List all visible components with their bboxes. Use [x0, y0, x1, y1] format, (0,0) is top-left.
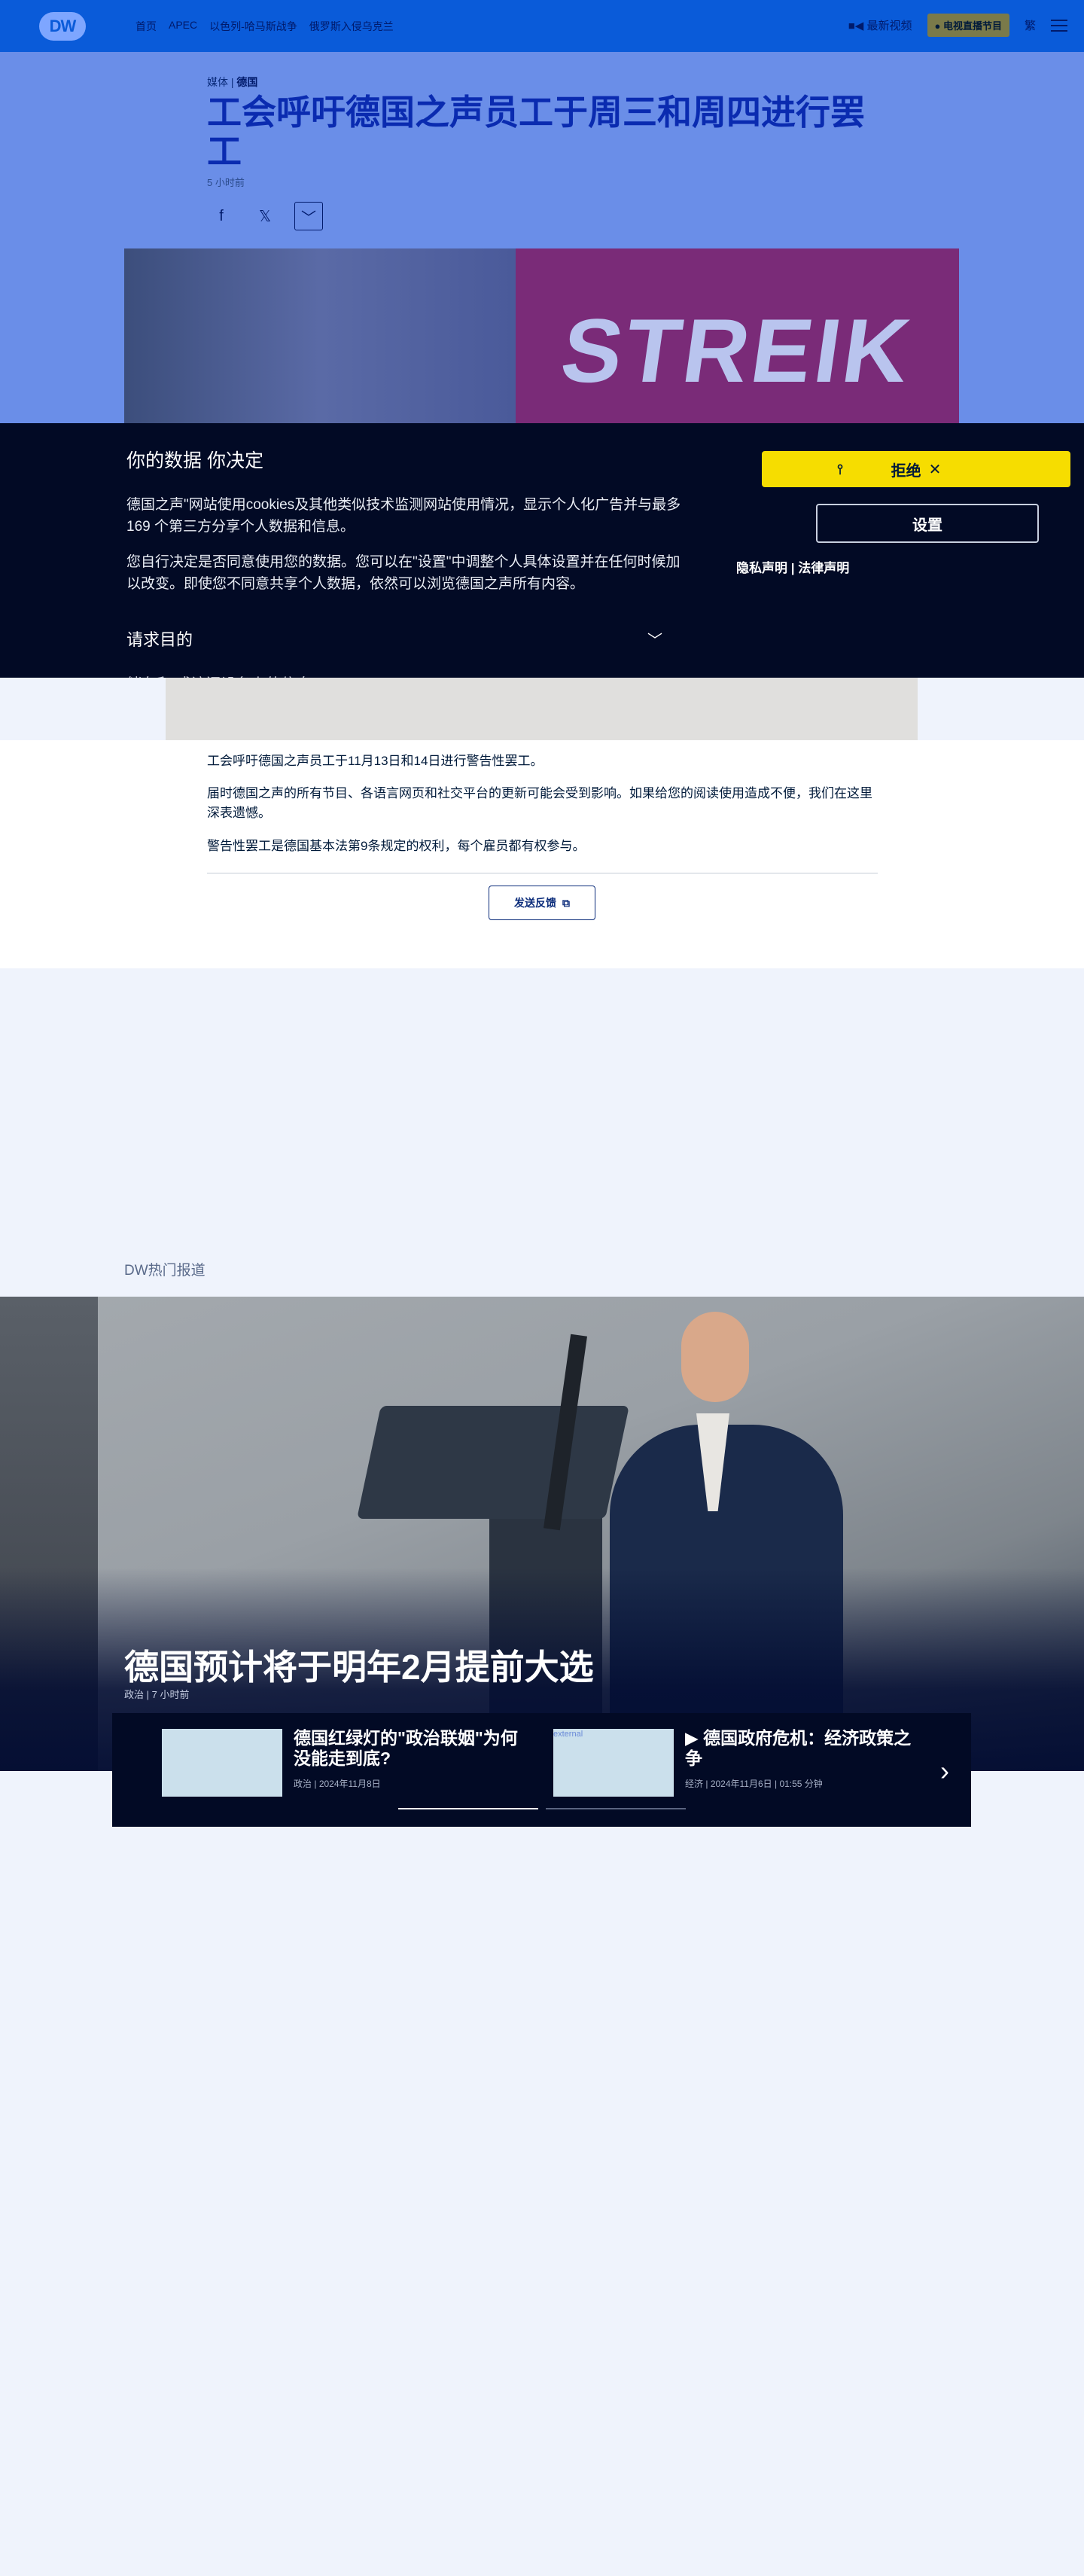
article-time: 5 小时前	[207, 177, 245, 188]
live-tv-label: 电视直播节目	[942, 20, 1002, 32]
hero-image: STREIK	[124, 248, 959, 423]
live-tv-button[interactable]: ● 电视直播节目	[927, 14, 1009, 37]
nav-link-israel-hamas[interactable]: 以色列-哈马斯战争	[209, 19, 297, 34]
accessibility-icon: ⫯	[837, 461, 843, 477]
breadcrumb-subcategory[interactable]: 德国	[236, 76, 257, 88]
feedback-label: 发送反馈	[514, 897, 556, 909]
card-category: 经济	[685, 1779, 704, 1789]
card-category: 政治	[294, 1779, 312, 1789]
carousel-indicator[interactable]	[546, 1808, 686, 1809]
nav-link-apec[interactable]: APEC	[169, 19, 197, 34]
card-meta: 政治 | 2024年11月8日	[294, 1779, 381, 1789]
close-icon: ✕	[928, 461, 942, 478]
card-thumbnail[interactable]	[553, 1729, 674, 1797]
article-body: 工会呼吁德国之声员工于11月13日和14日进行警告性罢工。 届时德国之声的所有节…	[0, 740, 1084, 968]
article-title: 工会呼吁德国之声员工于周三和周四进行罢工	[207, 93, 865, 171]
settings-button[interactable]: 设置	[816, 504, 1039, 543]
breadcrumb-category[interactable]: 媒体	[207, 76, 228, 88]
article-paragraph: 届时德国之声的所有节目、各语言网页和社交平台的更新可能会受到影响。如果给您的阅读…	[207, 786, 872, 820]
consent-links: 隐私声明 | 法律声明	[736, 561, 850, 575]
reject-label: 拒绝	[891, 462, 921, 480]
broken-image-alt: external	[553, 1730, 583, 1739]
facebook-icon[interactable]: f	[207, 202, 236, 230]
consent-paragraph-1: 德国之声"网站使用cookies及其他类似技术监测网站使用情况，显示个人化广告并…	[126, 497, 681, 535]
card-title[interactable]: 德国红绿灯的"政治联姻"为何没能走到底?	[294, 1728, 534, 1769]
card-thumbnail[interactable]	[162, 1729, 282, 1797]
hero-strike-sign: STREIK	[516, 248, 959, 423]
latest-video-link[interactable]: ■◀ 最新视频	[848, 17, 912, 33]
nav-link-home[interactable]: 首页	[136, 19, 157, 34]
card-duration: 01:55 分钟	[779, 1779, 823, 1789]
featured-title[interactable]: 德国预计将于明年2月提前大选	[124, 1640, 594, 1690]
featured-meta: 政治 | 7 小时前	[124, 1689, 190, 1700]
latest-video-label: 最新视频	[866, 20, 912, 32]
image-caption-bar	[166, 678, 918, 740]
video-camera-icon: ■◀	[848, 20, 864, 32]
feedback-button[interactable]: 发送反馈 ⧉	[489, 886, 595, 920]
featured-time: 7 小时前	[151, 1689, 190, 1700]
hero-strike-text: STREIK	[556, 300, 919, 401]
card-date: 2024年11月6日	[710, 1779, 772, 1789]
article-paragraph: 工会呼吁德国之声员工于11月13日和14日进行警告性罢工。	[207, 754, 544, 768]
card-meta: 经济 | 2024年11月6日 | 01:55 分钟	[685, 1779, 823, 1789]
consent-paragraph-2: 您自行决定是否同意使用您的数据。您可以在"设置"中调整个人具体设置并在任何时候加…	[126, 554, 681, 592]
article-header: 媒体 | 德国 工会呼吁德国之声员工于周三和周四进行罢工 5 小时前 f 𝕏 ﹀…	[0, 52, 1084, 423]
consent-title: 你的数据 你决定	[126, 450, 263, 471]
nav-links: 首页 APEC 以色列-哈马斯战争 俄罗斯入侵乌克兰	[136, 19, 394, 34]
section-label: DW热门报道	[124, 1263, 206, 1279]
card-title-text: 德国政府危机：经济政策之争	[685, 1728, 912, 1768]
breadcrumb: 媒体 | 德国	[207, 76, 258, 88]
article-paragraph: 警告性罢工是德国基本法第9条规定的权利，每个雇员都有权参与。	[207, 839, 586, 853]
featured-category: 政治	[124, 1689, 145, 1700]
request-purpose-toggle[interactable]: 请求目的	[126, 626, 193, 651]
x-icon[interactable]: 𝕏	[251, 202, 279, 230]
related-carousel: 德国红绿灯的"政治联姻"为何没能走到底? 政治 | 2024年11月8日 ext…	[112, 1713, 971, 1827]
card-title[interactable]: ▶ 德国政府危机：经济政策之争	[685, 1728, 926, 1769]
language-switch[interactable]: 繁	[1025, 17, 1036, 33]
nav-link-ukraine[interactable]: 俄罗斯入侵乌克兰	[309, 19, 394, 34]
dw-logo[interactable]: DW	[39, 12, 86, 41]
page-top: DW 首页 APEC 以色列-哈马斯战争 俄罗斯入侵乌克兰 ■◀ 最新视频 ● …	[0, 0, 1084, 678]
video-camera-icon: ▶	[685, 1728, 699, 1748]
consent-banner: 你的数据 你决定 德国之声"网站使用cookies及其他类似技术监测网站使用情况…	[0, 423, 1084, 678]
legal-link[interactable]: 法律声明	[798, 561, 849, 575]
top-navbar: DW 首页 APEC 以色列-哈马斯战争 俄罗斯入侵乌克兰 ■◀ 最新视频 ● …	[0, 0, 1084, 52]
hero-workers-photo	[124, 248, 516, 423]
menu-icon[interactable]	[1051, 19, 1067, 32]
consent-peek-text: 储存和/或访问设备上的信息	[126, 672, 312, 678]
nav-right: ■◀ 最新视频 ● 电视直播节目 繁	[848, 14, 1067, 37]
copy-icon: ⧉	[562, 896, 570, 909]
carousel-indicator-active[interactable]	[398, 1808, 538, 1809]
chevron-right-icon[interactable]: ›	[940, 1755, 949, 1787]
chevron-down-icon[interactable]: ﹀	[647, 628, 662, 650]
card-date: 2024年11月8日	[318, 1779, 381, 1789]
chevron-down-icon[interactable]: ﹀	[294, 202, 323, 230]
reject-button[interactable]: ⫯ 拒绝 ✕	[762, 451, 1070, 487]
share-bar: f 𝕏 ﹀	[207, 202, 323, 230]
privacy-link[interactable]: 隐私声明	[736, 561, 787, 575]
